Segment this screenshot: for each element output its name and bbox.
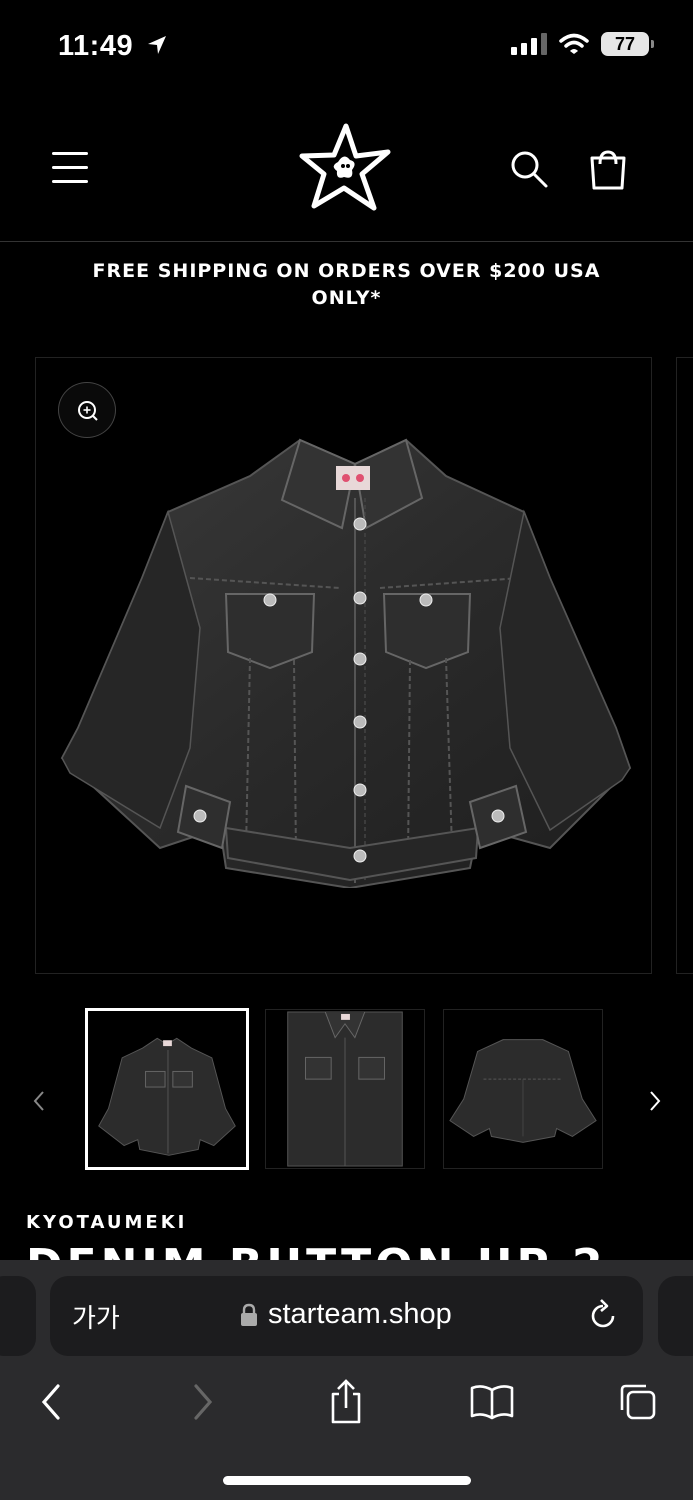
- forward-button[interactable]: [178, 1378, 226, 1426]
- product-title-clip: DENIM BUTTON UP 2: [0, 1236, 693, 1260]
- thumbnail-item[interactable]: [85, 1008, 249, 1170]
- bookmarks-icon: [470, 1385, 514, 1420]
- status-time: 11:49: [58, 30, 168, 63]
- chevron-right-icon: [650, 1091, 661, 1111]
- browser-nav-toolbar: [0, 1370, 693, 1440]
- jacket-front-thumb: [98, 1037, 236, 1156]
- chevron-left-icon: [33, 1091, 44, 1111]
- share-button[interactable]: [322, 1378, 370, 1426]
- search-button[interactable]: [508, 148, 550, 190]
- signal-icon: [511, 33, 547, 55]
- search-icon: [511, 151, 548, 188]
- wifi-icon: [559, 33, 589, 54]
- menu-button[interactable]: [52, 150, 90, 186]
- next-image-peek[interactable]: [676, 357, 693, 974]
- thumbnail-item[interactable]: [443, 1009, 603, 1169]
- status-time-text: 11:49: [58, 30, 134, 62]
- share-icon: [331, 1379, 361, 1424]
- cart-button[interactable]: [586, 146, 630, 192]
- reload-button[interactable]: [587, 1298, 619, 1332]
- product-title: DENIM BUTTON UP 2: [26, 1240, 607, 1260]
- status-indicators: 77: [511, 32, 654, 56]
- forward-icon: [194, 1384, 213, 1420]
- product-main-image[interactable]: [35, 357, 652, 974]
- url-display[interactable]: starteam.shop: [240, 1298, 452, 1331]
- address-bar[interactable]: 가가 starteam.shop: [50, 1276, 643, 1356]
- battery-level: 77: [614, 34, 636, 54]
- tabs-button[interactable]: [614, 1378, 662, 1426]
- battery-icon: 77: [601, 32, 654, 56]
- home-indicator[interactable]: [223, 1476, 471, 1485]
- previous-tab-peek[interactable]: [0, 1276, 36, 1356]
- location-arrow-icon: [147, 36, 166, 54]
- back-button[interactable]: [28, 1378, 76, 1426]
- jacket-folded-thumb: [287, 1011, 403, 1167]
- store-header: [0, 110, 693, 242]
- reload-icon: [591, 1299, 615, 1328]
- text-size-button[interactable]: 가가: [72, 1298, 120, 1335]
- next-tab-peek[interactable]: [658, 1276, 693, 1356]
- jacket-front-photo: [60, 438, 632, 888]
- cart-icon: [590, 150, 626, 190]
- browser-toolbar: 가가 starteam.shop: [0, 1260, 693, 1500]
- product-vendor: KYOTAUMEKI: [26, 1212, 188, 1233]
- thumbnail-next-button[interactable]: [640, 1086, 670, 1116]
- thumbnail-item[interactable]: [265, 1009, 425, 1169]
- status-bar: 11:49 77: [0, 0, 693, 90]
- bookmarks-button[interactable]: [468, 1378, 516, 1426]
- announcement-bar: FREE SHIPPING ON ORDERS OVER $200 USA ON…: [92, 260, 601, 309]
- tabs-icon: [620, 1384, 656, 1420]
- thumbnail-prev-button[interactable]: [24, 1086, 54, 1116]
- star-logo-icon[interactable]: [296, 122, 392, 214]
- url-text: starteam.shop: [268, 1298, 452, 1330]
- jacket-back-thumb: [449, 1039, 597, 1143]
- back-icon: [41, 1384, 60, 1420]
- lock-icon: [241, 1303, 257, 1326]
